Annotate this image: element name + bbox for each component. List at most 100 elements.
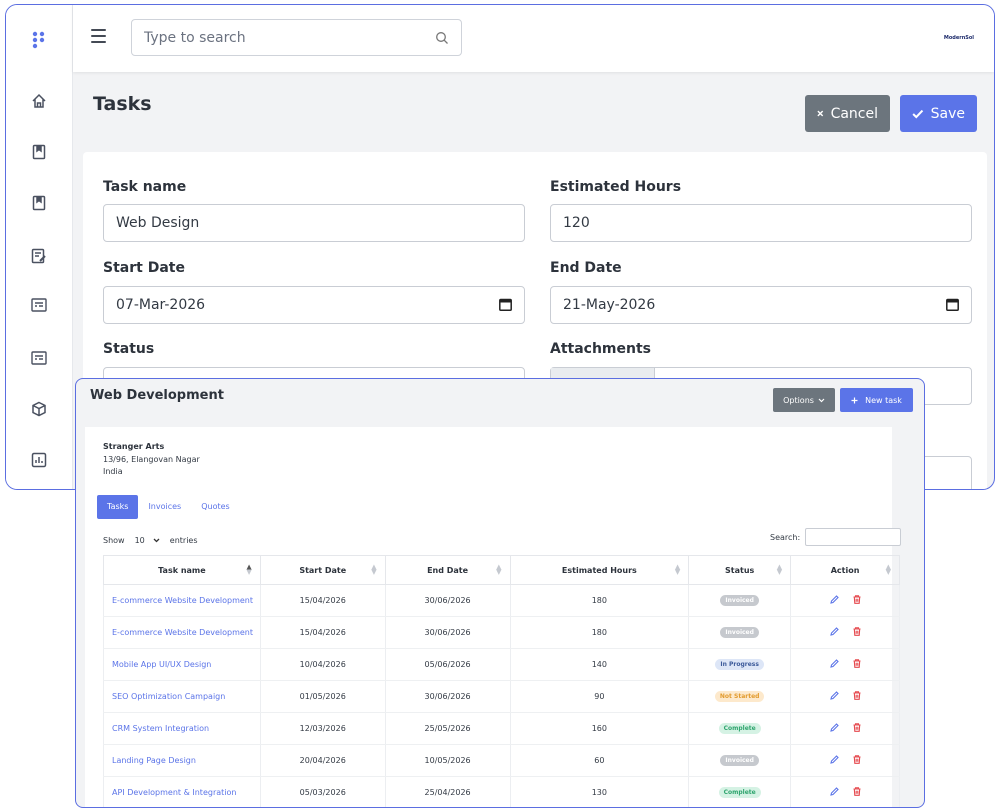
estimated-hours-input[interactable]: 120 [550,204,972,242]
start-date-cell: 10/04/2026 [260,649,385,681]
address-line: 13/96, Elangovan Nagar [103,455,200,464]
project-tabs: Tasks Invoices Quotes [97,495,240,519]
company-name: Stranger Arts [103,442,164,451]
end-date-cell: 10/05/2026 [385,745,510,777]
tab-tasks[interactable]: Tasks [97,495,138,519]
action-cell [791,713,900,745]
project-title: Web Development [90,388,224,403]
start-date-cell: 05/03/2026 [260,777,385,808]
table-search-input[interactable] [805,528,901,546]
estimated-hours-label: Estimated Hours [550,179,681,195]
action-cell [791,777,900,808]
hours-cell: 180 [510,585,689,617]
list-card-icon[interactable] [28,294,50,316]
app-logo-icon[interactable] [28,29,50,51]
delete-icon[interactable] [853,723,861,732]
chevron-down-icon [818,398,825,403]
table-row: API Development & Integration05/03/20262… [104,777,900,808]
task-name-link[interactable]: SEO Optimization Campaign [104,681,261,713]
chart-icon[interactable] [28,449,50,471]
start-date-label: Start Date [103,260,185,276]
save-button[interactable]: Save [900,95,977,132]
column-header[interactable]: Status ▲▼ [689,556,791,585]
entries-select[interactable]: 10 [131,533,164,547]
cancel-label: Cancel [831,106,878,122]
start-date-cell: 12/03/2026 [260,713,385,745]
task-name-link[interactable]: Mobile App UI/UX Design [104,649,261,681]
column-header[interactable]: End Date▲▼ [385,556,510,585]
tab-invoices[interactable]: Invoices [138,495,191,519]
start-date-value: 07-Mar-2026 [116,297,205,313]
delete-icon[interactable] [853,787,861,796]
task-name-link[interactable]: E-commerce Website Development [104,585,261,617]
delete-icon[interactable] [853,755,861,764]
status-badge: Invoiced [720,755,759,766]
cancel-button[interactable]: Cancel [805,95,890,132]
column-label: Status [725,566,754,575]
address-country: India [103,467,123,476]
status-badge: Complete [719,787,761,798]
new-task-label: New task [865,396,902,405]
delete-icon[interactable] [853,627,861,636]
package-icon[interactable] [28,398,50,420]
list-card-icon[interactable] [28,347,50,369]
action-cell [791,585,900,617]
check-icon [912,108,924,120]
table-row: Mobile App UI/UX Design10/04/202605/06/2… [104,649,900,681]
table-row: E-commerce Website Development15/04/2026… [104,617,900,649]
edit-icon[interactable] [830,659,839,668]
calendar-icon[interactable] [946,298,959,311]
hours-cell: 180 [510,617,689,649]
calendar-icon[interactable] [499,298,512,311]
edit-icon[interactable] [830,787,839,796]
menu-icon[interactable] [91,29,106,43]
edit-icon[interactable] [830,691,839,700]
task-name-link[interactable]: CRM System Integration [104,713,261,745]
column-label: Estimated Hours [562,566,637,575]
edit-icon[interactable] [830,595,839,604]
status-badge: Invoiced [720,627,759,638]
hours-cell: 60 [510,745,689,777]
column-header[interactable]: Start Date▲▼ [260,556,385,585]
edit-icon[interactable] [830,755,839,764]
bookmark-icon[interactable] [28,141,50,163]
start-date-input[interactable]: 07-Mar-2026 [103,286,525,324]
delete-icon[interactable] [853,691,861,700]
close-icon [817,108,824,119]
options-label: Options [783,396,814,405]
action-cell [791,617,900,649]
bookmark-icon[interactable] [28,192,50,214]
options-button[interactable]: Options [773,388,835,412]
delete-icon[interactable] [853,659,861,668]
table-search-label: Search: [770,533,800,542]
task-name-link[interactable]: E-commerce Website Development [104,617,261,649]
column-header[interactable]: Estimated Hours▲▼ [510,556,689,585]
column-header[interactable]: Action▲▼ [791,556,900,585]
sort-icon: ▲▼ [777,565,782,575]
new-task-button[interactable]: New task [840,388,913,412]
plus-icon [851,397,858,404]
end-date-input[interactable]: 21-May-2026 [550,286,972,324]
action-cell [791,649,900,681]
show-label: Show [103,536,125,545]
table-row: CRM System Integration12/03/202625/05/20… [104,713,900,745]
edit-icon[interactable] [830,627,839,636]
search-input[interactable] [132,20,422,55]
edit-document-icon[interactable] [28,245,50,267]
save-label: Save [931,106,965,122]
edit-icon[interactable] [830,723,839,732]
tab-quotes[interactable]: Quotes [191,495,240,519]
task-name-link[interactable]: API Development & Integration [104,777,261,808]
tasks-table: Task name▲▼ Start Date▲▼ End Date▲▼ Esti… [103,555,900,808]
home-icon[interactable] [28,90,50,112]
page-title: Tasks [93,93,152,115]
status-cell: Not Started [689,681,791,713]
task-name-input[interactable]: Web Design [103,204,525,242]
chevron-down-icon [153,538,160,543]
table-row: Landing Page Design20/04/202610/05/20266… [104,745,900,777]
task-name-link[interactable]: Landing Page Design [104,745,261,777]
search-box [131,19,462,56]
column-header[interactable]: Task name▲▼ [104,556,261,585]
delete-icon[interactable] [853,595,861,604]
column-label: Action [831,566,860,575]
